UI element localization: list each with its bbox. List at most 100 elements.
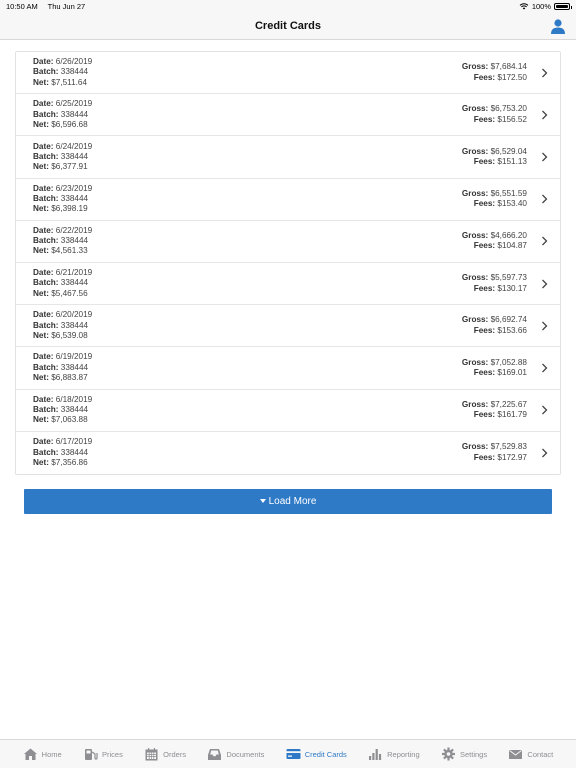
row-left-info: Date: 6/22/2019 Batch: 338444 Net: $4,56… xyxy=(33,226,462,257)
row-right-info: Gross: $7,052.88 Fees: $169.01 xyxy=(462,358,527,379)
row-net: Net: $6,883.87 xyxy=(33,373,462,383)
fees-label: Fees: xyxy=(473,72,496,82)
row-right-info: Gross: $7,684.14 Fees: $172.50 xyxy=(462,62,527,83)
batch-value: 338444 xyxy=(60,194,89,203)
list-item[interactable]: Date: 6/22/2019 Batch: 338444 Net: $4,56… xyxy=(16,221,560,263)
batch-value: 338444 xyxy=(60,320,89,330)
fees-label: Fees: xyxy=(473,325,496,335)
list-item[interactable]: Date: 6/26/2019 Batch: 338444 Net: $7,51… xyxy=(16,52,560,95)
row-fees: Fees: $172.50 xyxy=(462,73,527,83)
row-fees: Fees: $161.79 xyxy=(462,410,527,420)
status-left: 10:50 AM Thu Jun 27 xyxy=(6,2,93,11)
list-item[interactable]: Date: 6/23/2019 Batch: 338444 Net: $6,39… xyxy=(16,179,560,221)
list-item[interactable]: Date: 6/25/2019 Batch: 338444 Net: $6,59… xyxy=(16,94,560,137)
chevron-right-icon xyxy=(542,236,548,246)
row-date: Date: 6/24/2019 xyxy=(33,142,462,152)
net-value: $5,467.56 xyxy=(51,288,88,298)
row-left-info: Date: 6/18/2019 Batch: 338444 Net: $7,06… xyxy=(33,395,462,426)
net-value: $6,377.91 xyxy=(51,162,88,172)
tab-reporting[interactable]: Reporting xyxy=(368,747,420,761)
row-fees: Fees: $104.87 xyxy=(462,241,527,251)
row-gross: Gross: $6,692.74 xyxy=(462,315,527,325)
list-item[interactable]: Date: 6/19/2019 Batch: 338444 Net: $6,88… xyxy=(16,347,560,390)
tab-documents[interactable]: Documents xyxy=(207,747,264,761)
net-label: Net: xyxy=(33,288,49,298)
date-value: 6/19/2019 xyxy=(55,352,93,362)
net-value: $6,398.19 xyxy=(51,204,88,214)
user-profile-icon[interactable] xyxy=(550,18,566,34)
content: Date: 6/26/2019 Batch: 338444 Net: $7,51… xyxy=(0,40,576,514)
fees-label: Fees: xyxy=(473,452,496,462)
date-label: Date: xyxy=(33,183,54,193)
tab-orders[interactable]: Orders xyxy=(144,747,186,761)
row-left-info: Date: 6/20/2019 Batch: 338444 Net: $6,53… xyxy=(33,310,462,341)
date-value: 6/23/2019 xyxy=(55,183,93,193)
net-value: $6,596.68 xyxy=(51,119,88,129)
row-left-info: Date: 6/23/2019 Batch: 338444 Net: $6,39… xyxy=(33,184,462,215)
gross-label: Gross: xyxy=(461,399,489,409)
fees-value: $169.01 xyxy=(497,367,527,377)
load-more-label: Load More xyxy=(268,495,317,507)
tab-credit-cards[interactable]: Credit Cards xyxy=(286,747,347,761)
tab-settings[interactable]: Settings xyxy=(441,747,487,761)
date-value: 6/18/2019 xyxy=(55,394,93,404)
fees-value: $153.40 xyxy=(497,199,527,209)
row-fees: Fees: $153.66 xyxy=(462,326,527,336)
row-fees: Fees: $153.40 xyxy=(462,199,527,209)
load-more-button[interactable]: Load More xyxy=(24,488,552,514)
batch-label: Batch: xyxy=(33,447,59,457)
row-net: Net: $6,398.19 xyxy=(33,204,462,214)
batch-label: Batch: xyxy=(33,236,59,246)
list-item[interactable]: Date: 6/24/2019 Batch: 338444 Net: $6,37… xyxy=(16,136,560,179)
credit-card-batch-list: Date: 6/26/2019 Batch: 338444 Net: $7,51… xyxy=(15,51,561,475)
row-date: Date: 6/25/2019 xyxy=(33,99,462,109)
date-label: Date: xyxy=(33,394,54,404)
tab-label: Prices xyxy=(102,749,123,759)
date-value: 6/17/2019 xyxy=(55,437,93,447)
gross-value: $6,753.20 xyxy=(490,104,527,114)
list-item[interactable]: Date: 6/20/2019 Batch: 338444 Net: $6,53… xyxy=(16,305,560,348)
net-label: Net: xyxy=(33,415,49,425)
batch-value: 338444 xyxy=(60,362,89,372)
date-value: 6/20/2019 xyxy=(55,310,93,320)
page-title: Credit Cards xyxy=(254,19,322,32)
tab-contact[interactable]: Contact xyxy=(508,747,553,761)
row-batch: Batch: 338444 xyxy=(33,448,462,458)
row-batch: Batch: 338444 xyxy=(33,67,462,77)
status-time: 10:50 AM xyxy=(6,1,38,11)
fees-value: $156.52 xyxy=(497,114,527,124)
row-gross: Gross: $7,225.67 xyxy=(462,400,527,410)
tab-label: Settings xyxy=(459,749,488,759)
list-item[interactable]: Date: 6/21/2019 Batch: 338444 Net: $5,46… xyxy=(16,263,560,306)
row-right-info: Gross: $6,551.59 Fees: $153.40 xyxy=(462,189,527,210)
tab-label: Reporting xyxy=(387,749,420,759)
tab-prices[interactable]: Prices xyxy=(83,747,123,761)
fees-label: Fees: xyxy=(473,367,496,377)
tab-home[interactable]: Home xyxy=(23,747,62,761)
row-date: Date: 6/22/2019 xyxy=(33,226,462,236)
date-value: 6/26/2019 xyxy=(55,57,93,67)
row-date: Date: 6/19/2019 xyxy=(33,352,462,362)
gross-value: $6,551.59 xyxy=(490,188,527,198)
batch-value: 338444 xyxy=(60,278,89,288)
row-batch: Batch: 338444 xyxy=(33,405,462,415)
row-batch: Batch: 338444 xyxy=(33,110,462,120)
date-label: Date: xyxy=(33,437,54,447)
row-left-info: Date: 6/17/2019 Batch: 338444 Net: $7,35… xyxy=(33,437,462,468)
row-batch: Batch: 338444 xyxy=(33,363,462,373)
list-item[interactable]: Date: 6/18/2019 Batch: 338444 Net: $7,06… xyxy=(16,390,560,432)
chevron-right-icon xyxy=(542,321,548,331)
gross-value: $6,529.04 xyxy=(490,146,527,156)
batch-label: Batch: xyxy=(33,151,59,161)
row-date: Date: 6/18/2019 xyxy=(33,395,462,405)
row-net: Net: $7,356.86 xyxy=(33,458,462,468)
row-gross: Gross: $7,052.88 xyxy=(462,358,527,368)
date-value: 6/21/2019 xyxy=(55,268,93,278)
battery-icon xyxy=(554,2,572,10)
credit-card-icon xyxy=(286,749,301,759)
gross-value: $4,666.20 xyxy=(490,231,527,241)
gross-label: Gross: xyxy=(461,315,489,325)
net-value: $7,356.86 xyxy=(51,457,88,467)
row-right-info: Gross: $6,529.04 Fees: $151.13 xyxy=(462,147,527,168)
list-item[interactable]: Date: 6/17/2019 Batch: 338444 Net: $7,35… xyxy=(16,432,560,474)
